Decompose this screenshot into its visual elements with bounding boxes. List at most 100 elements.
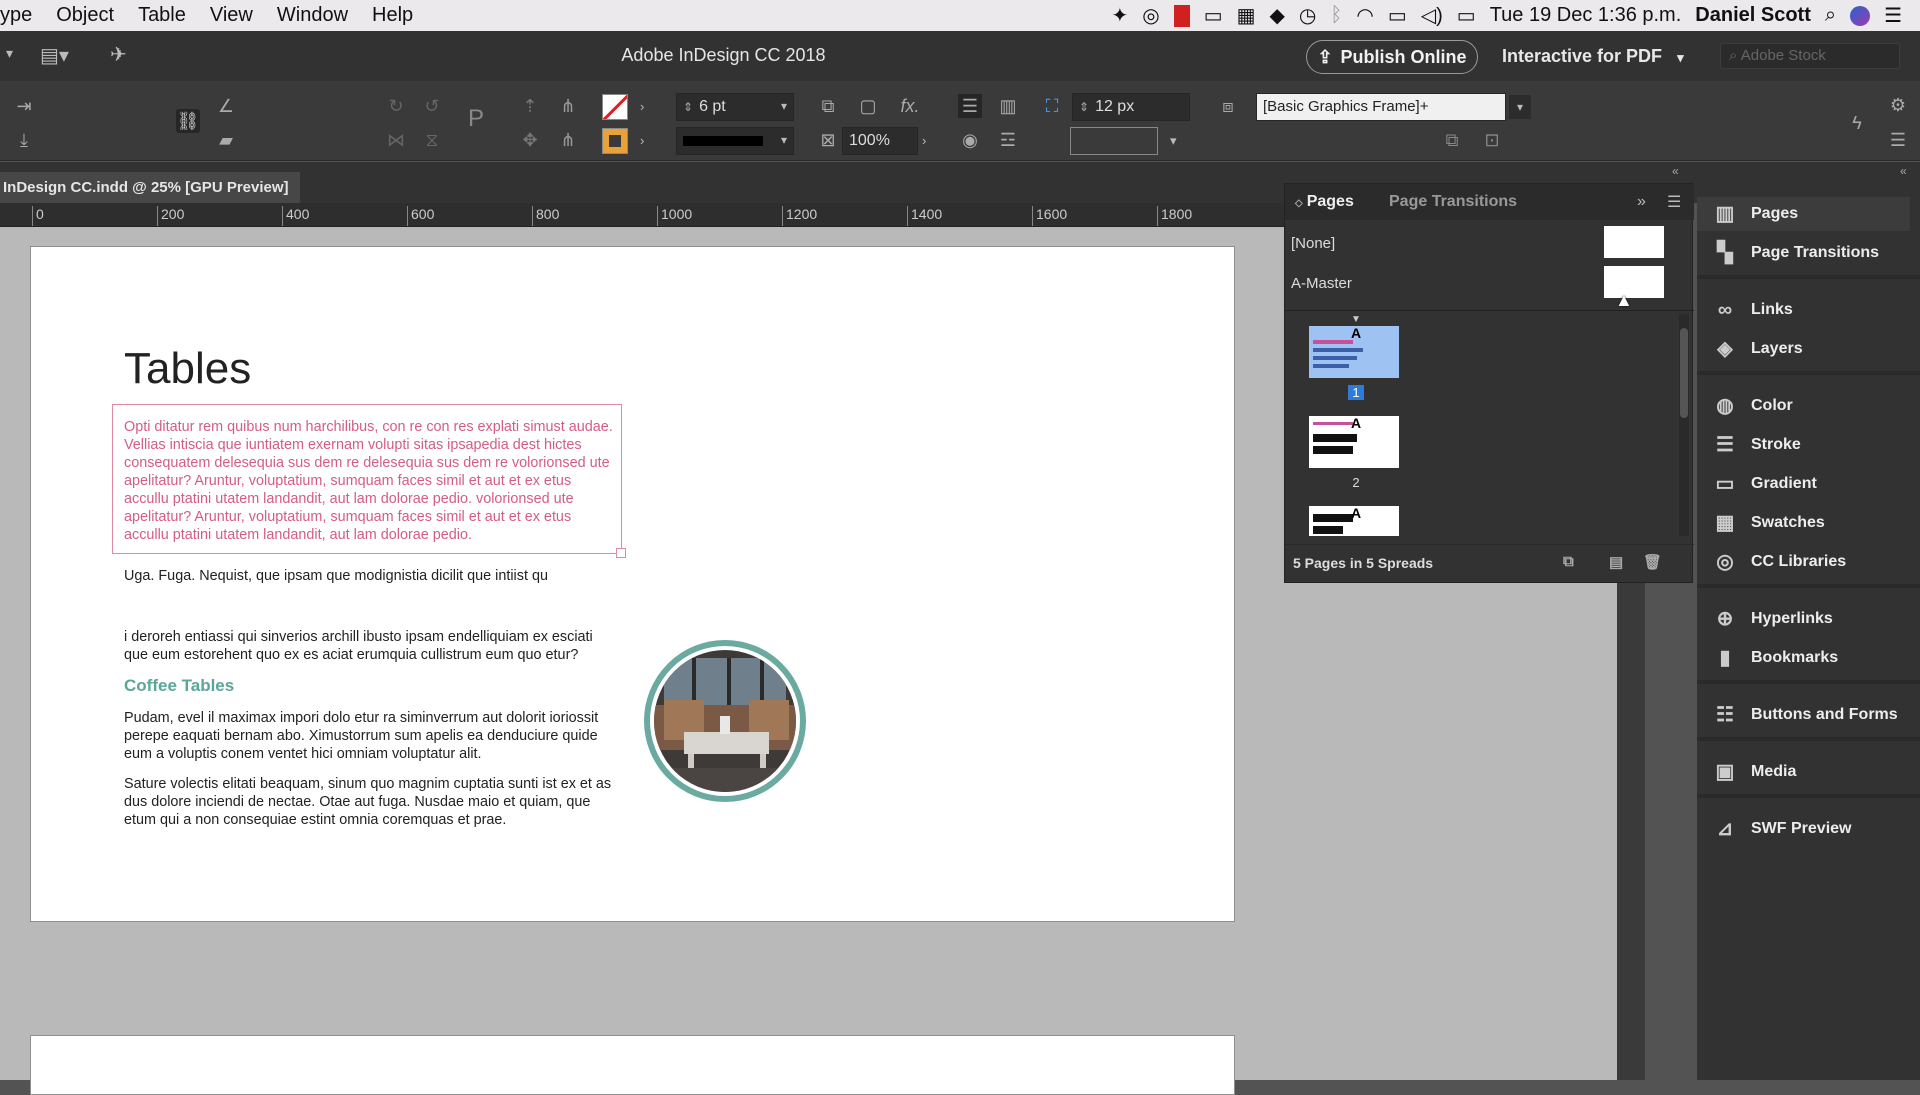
menu-table[interactable]: Table <box>126 4 198 27</box>
text-wrap-bbox-icon[interactable]: ▥ <box>996 94 1020 118</box>
dock-item-buttons-and-forms[interactable]: ☷ Buttons and Forms <box>1697 698 1920 732</box>
tab-pages[interactable]: ◇ Pages <box>1295 193 1354 211</box>
opacity-field[interactable]: 100% <box>842 127 918 155</box>
scroll-thumb[interactable] <box>1680 328 1688 418</box>
stroke-type-field[interactable]: ▾ <box>676 127 794 155</box>
tab-page-transitions[interactable]: Page Transitions <box>1389 193 1517 211</box>
new-page-icon[interactable]: ▤ <box>1609 553 1623 571</box>
double-chevron-icon[interactable]: » <box>1637 193 1646 211</box>
collapse-panels-icon[interactable]: « <box>1672 164 1679 178</box>
frame-fitting-icon[interactable]: ⧉ <box>816 94 840 118</box>
reference-point-icon[interactable]: P <box>464 107 488 131</box>
wifi-icon[interactable]: ◠ <box>1356 3 1373 28</box>
select-container-icon[interactable]: ⇡ <box>518 94 542 118</box>
page-number-1[interactable]: 1 <box>1348 385 1364 400</box>
constrain-proportions-icon[interactable]: ⛓ <box>176 109 200 133</box>
corner-shape-chevron[interactable]: ▾ <box>1170 133 1177 149</box>
grid-app-icon[interactable]: ▦ <box>1237 3 1256 28</box>
user-name[interactable]: Daniel Scott <box>1695 4 1811 27</box>
shear-field[interactable] <box>244 127 362 155</box>
page-thumbnail-3[interactable]: A <box>1309 505 1399 536</box>
select-next-icon[interactable]: ⋔ <box>556 128 580 152</box>
corner-shape-field[interactable] <box>1070 127 1158 155</box>
effects-fx-icon[interactable]: fx. <box>898 94 922 118</box>
menu-object[interactable]: Object <box>44 4 126 27</box>
panel-menu-icon[interactable]: ☰ <box>1886 128 1910 152</box>
document-page-2[interactable] <box>30 1035 1235 1095</box>
workspace-switcher[interactable]: Interactive for PDF ▾ <box>1502 46 1684 67</box>
spotlight-icon[interactable]: ⌕ <box>1825 4 1836 27</box>
chat-icon[interactable]: ◆ <box>1270 3 1285 28</box>
page-thumbnail-1[interactable]: A <box>1309 325 1399 378</box>
page-number-2[interactable]: 2 <box>1348 475 1364 490</box>
coffee-table-photo[interactable] <box>644 640 806 802</box>
panel-menu-icon[interactable]: ☰ <box>1667 192 1681 212</box>
text-wrap-shape-icon[interactable]: ◉ <box>958 128 982 152</box>
volume-icon[interactable]: ◁) <box>1421 3 1443 28</box>
y-field[interactable] <box>44 127 162 155</box>
x-field[interactable] <box>44 93 162 121</box>
dock-item-gradient[interactable]: ▭ Gradient <box>1697 467 1920 501</box>
pages-scrollbar[interactable] <box>1679 314 1689 536</box>
clock[interactable]: Tue 19 Dec 1:36 p.m. <box>1490 4 1682 27</box>
frame-options-icon[interactable]: ⊡ <box>1480 128 1504 152</box>
intro-paragraph[interactable]: Opti ditatur rem quibus num harchilibus,… <box>124 418 614 544</box>
text-wrap-none-icon[interactable]: ☰ <box>958 94 982 118</box>
stroke-swatch[interactable] <box>602 128 628 154</box>
siri-icon[interactable] <box>1850 5 1871 26</box>
dock-item-swf-preview[interactable]: ⊿ SWF Preview <box>1697 812 1920 846</box>
auto-spacing-icon[interactable]: ⛶ <box>1040 94 1064 118</box>
rotate-cw-icon[interactable]: ↻ <box>384 94 408 118</box>
dock-item-swatches[interactable]: ▦ Swatches <box>1697 506 1920 540</box>
out-port-icon[interactable] <box>616 548 626 558</box>
section-heading[interactable]: Coffee Tables <box>124 676 234 696</box>
rotate-ccw-icon[interactable]: ↺ <box>420 94 444 118</box>
page-title[interactable]: Tables <box>124 344 251 394</box>
dock-item-layers[interactable]: ◈ Layers <box>1697 332 1920 366</box>
page-thumbnail-2[interactable]: A <box>1309 415 1399 468</box>
select-content-icon[interactable]: ✥ <box>518 128 542 152</box>
body-paragraph[interactable]: Uga. Fuga. Nequist, que ipsam que modign… <box>124 567 624 585</box>
flip-horizontal-icon[interactable]: ⋈ <box>384 128 408 152</box>
dock-item-links[interactable]: ∞ Links <box>1697 293 1920 327</box>
quick-apply-icon[interactable]: ϟ <box>1845 111 1869 135</box>
battery-icon[interactable]: ▭ <box>1457 3 1476 28</box>
screen-icon[interactable]: ▭ <box>1204 3 1223 28</box>
spacing-field[interactable]: ⇕ 12 px <box>1072 93 1190 121</box>
dock-item-stroke[interactable]: ☰ Stroke <box>1697 428 1920 462</box>
body-paragraph[interactable]: Pudam, evel il maximax impori dolo etur … <box>124 709 629 763</box>
bluetooth-icon[interactable]: ᛒ <box>1330 4 1342 27</box>
master-a[interactable]: A-Master ▲ <box>1285 262 1694 310</box>
menu-type[interactable]: ype <box>0 4 44 27</box>
clear-overrides-icon[interactable]: ⧉ <box>1440 128 1464 152</box>
master-none[interactable]: [None] <box>1285 222 1694 262</box>
dock-item-cc-libraries[interactable]: ◎ CC Libraries <box>1697 545 1920 579</box>
gear-icon[interactable]: ⚙ <box>1886 93 1910 117</box>
time-machine-icon[interactable]: ◷ <box>1299 3 1316 28</box>
airplay-icon[interactable]: ▭ <box>1388 3 1407 28</box>
record-icon[interactable] <box>1173 4 1190 27</box>
dock-item-page-transitions[interactable]: ▚ Page Transitions <box>1697 236 1920 270</box>
opacity-menu-chevron[interactable]: › <box>922 133 926 148</box>
dock-item-media[interactable]: ▣ Media <box>1697 755 1920 789</box>
menu-help[interactable]: Help <box>360 4 425 27</box>
select-previous-icon[interactable]: ⋔ <box>556 94 580 118</box>
flip-vertical-icon[interactable]: ⧖ <box>420 128 444 152</box>
text-wrap-jump-icon[interactable]: ☲ <box>996 128 1020 152</box>
drop-shadow-icon[interactable]: ▢ <box>856 94 880 118</box>
stroke-weight-field[interactable]: ⇕ 6 pt ▾ <box>676 93 794 121</box>
fill-none-swatch[interactable] <box>602 94 628 120</box>
dropbox-icon[interactable]: ✦ <box>1112 3 1129 28</box>
body-paragraph[interactable]: i deroreh entiassi qui sinverios archill… <box>124 628 614 664</box>
edit-page-size-icon[interactable]: ⧉ <box>1563 553 1574 570</box>
rotate-field[interactable] <box>244 93 362 121</box>
menu-view[interactable]: View <box>198 4 265 27</box>
document-tab[interactable]: InDesign CC.indd @ 25% [GPU Preview] <box>0 172 300 203</box>
fill-menu-chevron[interactable]: › <box>640 99 644 114</box>
creative-cloud-icon[interactable]: ◎ <box>1142 3 1159 28</box>
collapse-dock-icon[interactable]: « <box>1900 164 1907 178</box>
dock-item-pages[interactable]: ▥ Pages <box>1697 197 1910 231</box>
trash-icon[interactable]: 🗑 <box>1643 553 1662 571</box>
object-style-field[interactable]: [Basic Graphics Frame]+ ▾ <box>1256 93 1531 121</box>
adobe-stock-search[interactable]: ⌕ Adobe Stock <box>1720 43 1900 69</box>
